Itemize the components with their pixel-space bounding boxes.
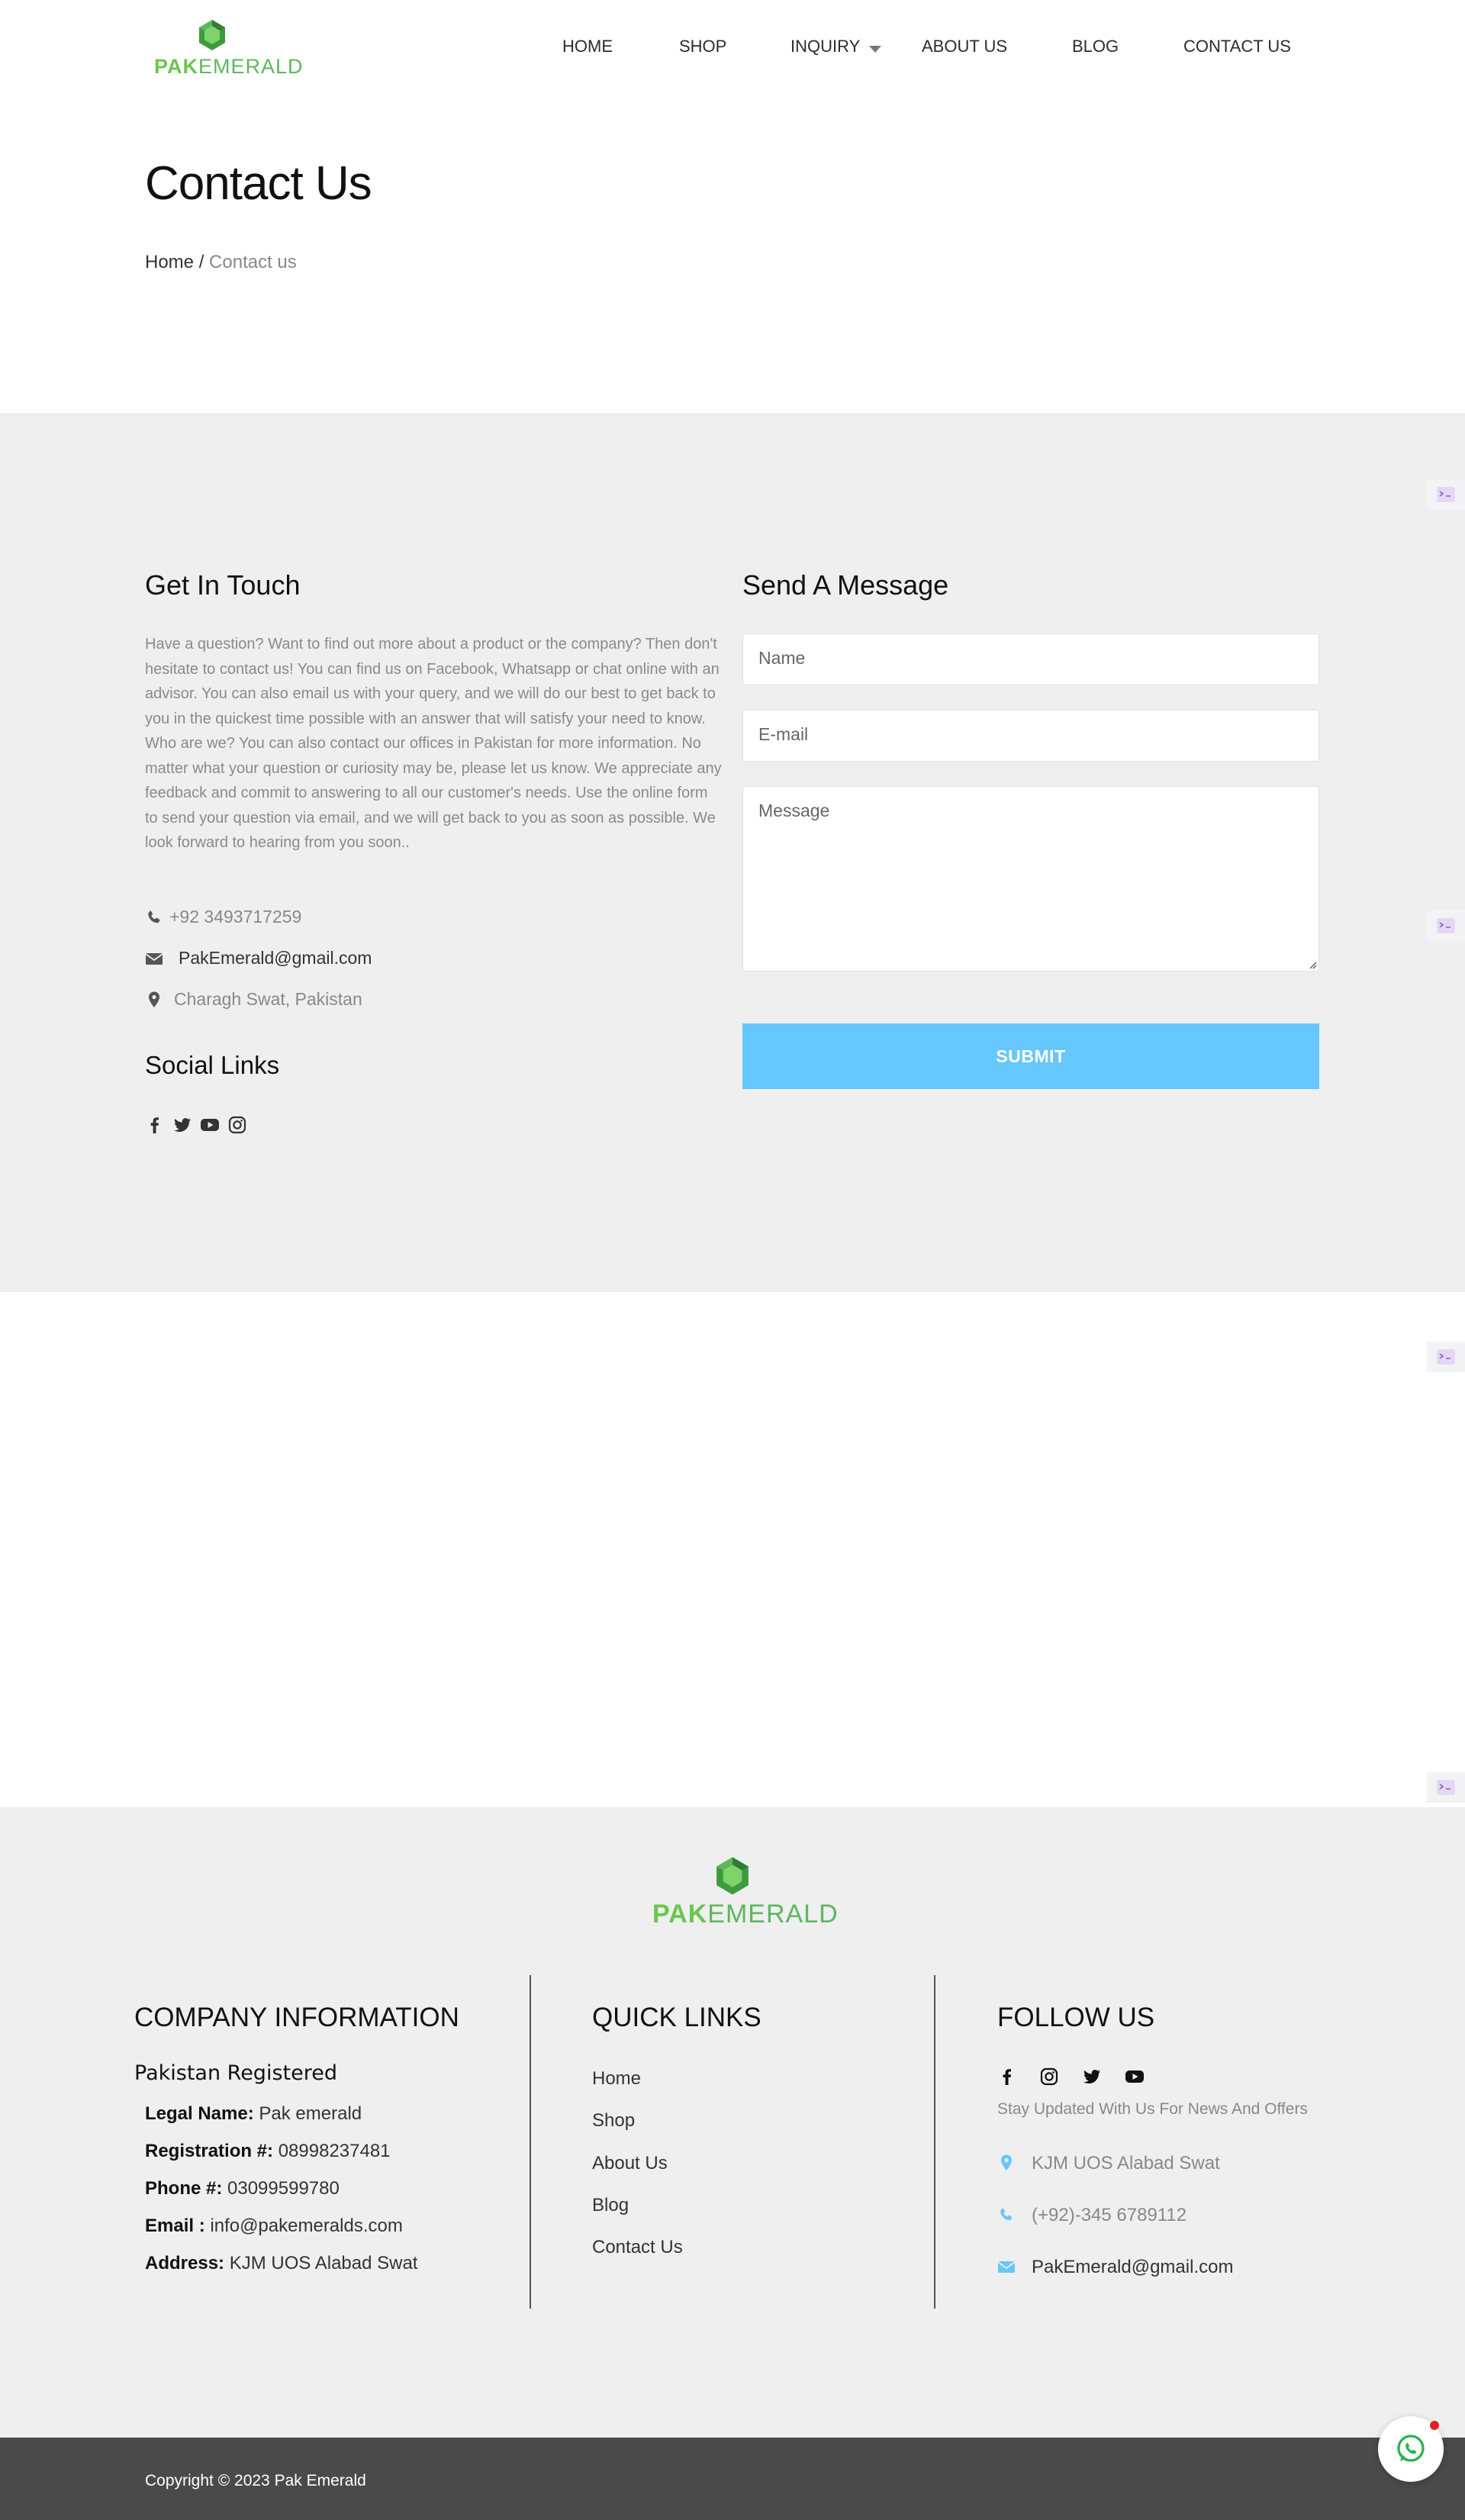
copyright-bar: Copyright © 2023 Pak Emerald (0, 2438, 1465, 2520)
whatsapp-chat-button[interactable] (1378, 2416, 1444, 2482)
quick-link-contact-us[interactable]: Contact Us (592, 2237, 683, 2258)
footer-email-text[interactable]: PakEmerald@gmail.com (1032, 2257, 1233, 2278)
company-legal-name: Legal Name: Pak emerald (145, 2103, 362, 2124)
notification-dot (1430, 2421, 1439, 2430)
quick-link-shop[interactable]: Shop (592, 2110, 635, 2132)
twitter-icon[interactable] (172, 1115, 192, 1135)
name-input[interactable]: Name (742, 633, 1319, 685)
footer-email: PakEmerald@gmail.com (997, 2257, 1302, 2280)
company-information-title: COMPANY INFORMATION (134, 2003, 459, 2032)
nav-home[interactable]: HOME (562, 37, 613, 56)
footer-phone: (+92)-345 6789112 (997, 2205, 1264, 2228)
phone-icon (148, 910, 160, 923)
nav-about-us[interactable]: ABOUT US (922, 37, 1007, 56)
message-textarea[interactable]: Message (742, 786, 1319, 972)
map-pin-icon (1001, 2154, 1012, 2170)
quick-links-title: QUICK LINKS (592, 2003, 761, 2032)
footer-divider (934, 1975, 935, 2309)
side-widget-icon (1437, 918, 1455, 933)
map-pin-icon (149, 991, 159, 1007)
footer-address: KJM UOS Alabad Swat (997, 2153, 1264, 2176)
company-email: Email : info@pakemeralds.com (145, 2215, 403, 2236)
company-phone: Phone #: 03099599780 (145, 2178, 340, 2199)
nav-contact-us[interactable]: CONTACT US (1183, 37, 1291, 56)
resize-handle-icon[interactable] (1308, 960, 1317, 969)
breadcrumb-separator: / (194, 252, 210, 272)
whatsapp-icon (1397, 2435, 1425, 2462)
newsletter-tagline: Stay Updated With Us For News And Offers (997, 2100, 1308, 2118)
side-widget-badge[interactable] (1427, 1342, 1465, 1372)
contact-intro-text: Have a question? Want to find out more a… (145, 636, 722, 851)
site-footer: PAKEMERALD COMPANY INFORMATION Pakistan … (0, 1807, 1465, 2438)
envelope-icon (997, 2261, 1016, 2273)
side-widget-icon (1437, 487, 1455, 502)
footer-address-text: KJM UOS Alabad Swat (1032, 2153, 1220, 2174)
footer-logo[interactable]: PAKEMERALD (652, 1855, 838, 1932)
side-widget-badge[interactable] (1427, 910, 1465, 941)
main-nav: HOME SHOP INQUIRY ABOUT US BLOG CONTACT … (0, 37, 1465, 60)
get-in-touch-title: Get In Touch (145, 569, 301, 601)
follow-us-title: FOLLOW US (997, 2003, 1155, 2032)
copyright-text: Copyright © 2023 Pak Emerald (145, 2472, 366, 2489)
instagram-icon[interactable] (1039, 2067, 1059, 2087)
footer-logo-wordmark: PAKEMERALD (652, 1900, 839, 1929)
company-address: Address: KJM UOS Alabad Swat (145, 2253, 418, 2273)
contact-email-text[interactable]: PakEmerald@gmail.com (179, 948, 372, 968)
contact-phone-text[interactable]: +92 3493717259 (169, 907, 301, 927)
side-widget-icon (1437, 1349, 1455, 1365)
instagram-icon[interactable] (227, 1115, 247, 1135)
footer-phone-text[interactable]: (+92)-345 6789112 (1032, 2205, 1186, 2226)
nav-blog[interactable]: BLOG (1072, 37, 1119, 56)
social-links-title: Social Links (145, 1051, 280, 1079)
breadcrumb-home[interactable]: Home (145, 252, 194, 272)
contact-address: Charagh Swat, Pakistan (145, 989, 450, 1012)
side-widget-badge[interactable] (1427, 1772, 1465, 1803)
contact-phone: +92 3493717259 (145, 907, 374, 930)
youtube-icon[interactable] (1125, 2067, 1145, 2087)
facebook-icon[interactable] (997, 2067, 1017, 2087)
facebook-icon[interactable] (145, 1115, 165, 1135)
breadcrumb: Home / Contact us (145, 252, 297, 273)
quick-link-home[interactable]: Home (592, 2068, 641, 2090)
page-title: Contact Us (145, 157, 372, 210)
quick-link-about-us[interactable]: About Us (592, 2153, 668, 2174)
twitter-icon[interactable] (1082, 2067, 1102, 2087)
footer-divider (530, 1975, 531, 2309)
phone-icon (1000, 2208, 1013, 2221)
side-widget-badge[interactable] (1427, 479, 1465, 510)
contact-address-text: Charagh Swat, Pakistan (174, 989, 362, 1009)
site-header: PAKEMERALD HOME SHOP INQUIRY ABOUT US BL… (0, 0, 1465, 99)
submit-button[interactable]: SUBMIT (742, 1023, 1319, 1089)
send-message-title: Send A Message (742, 569, 949, 601)
breadcrumb-current: Contact us (209, 252, 297, 272)
youtube-icon[interactable] (200, 1115, 220, 1135)
quick-link-blog[interactable]: Blog (592, 2195, 629, 2216)
side-widget-icon (1437, 1780, 1455, 1795)
company-registration: Registration #: 08998237481 (145, 2141, 391, 2161)
company-subtitle: Pakistan Registered (134, 2061, 337, 2085)
message-placeholder: Message (758, 801, 830, 820)
emerald-gem-icon (716, 1857, 749, 1895)
envelope-icon (145, 953, 163, 965)
contact-section: Get In Touch Have a question? Want to fi… (0, 413, 1465, 1292)
nav-inquiry[interactable]: INQUIRY (790, 37, 860, 56)
email-input[interactable]: E-mail (742, 710, 1319, 762)
contact-email: PakEmerald@gmail.com (145, 948, 450, 971)
inquiry-dropdown-caret-icon[interactable] (869, 46, 881, 53)
nav-shop[interactable]: SHOP (679, 37, 726, 56)
